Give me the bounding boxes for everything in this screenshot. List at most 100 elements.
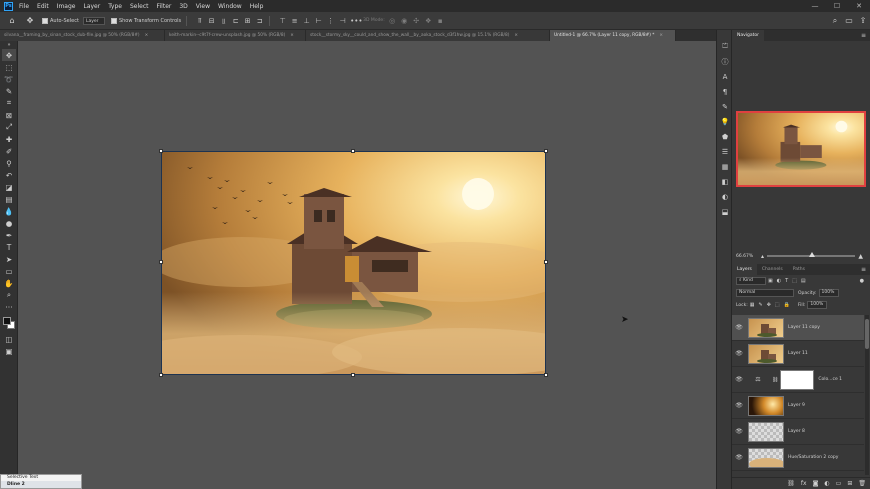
libraries-icon[interactable]: ⬓ <box>717 205 733 218</box>
align-bottom-icon[interactable]: ⫫ <box>219 17 228 25</box>
menu-help[interactable]: Help <box>250 3 264 10</box>
zoom-slider-knob[interactable] <box>809 252 816 257</box>
filter-toggle-icon[interactable]: ● <box>860 278 864 284</box>
transform-handle[interactable] <box>159 260 163 264</box>
tab-layers[interactable]: Layers <box>732 264 757 275</box>
visibility-eye-icon[interactable]: 👁 <box>732 350 746 357</box>
adjustments-icon[interactable]: ◐ <box>717 190 733 203</box>
tab-channels[interactable]: Channels <box>757 264 788 275</box>
path-select-tool-icon[interactable]: ➤ <box>2 253 16 265</box>
transform-handle[interactable] <box>544 373 548 377</box>
menu-layer[interactable]: Layer <box>83 3 100 10</box>
3d-slide-icon[interactable]: ❖ <box>424 17 433 25</box>
tab-untitled-1[interactable]: Untitled-1 @ 66.7% (Layer 11 copy, RGB/8… <box>550 30 676 41</box>
styles-icon[interactable]: ◧ <box>717 175 733 188</box>
menu-filter[interactable]: Filter <box>157 3 172 10</box>
distribute-right-icon[interactable]: ⊣ <box>338 17 347 25</box>
close-icon[interactable]: × <box>290 30 294 41</box>
eyedropper-tool-icon[interactable]: ⤢ <box>2 121 16 133</box>
layer-row[interactable]: 👁 Layer 11 <box>732 341 864 367</box>
color-swatches[interactable] <box>2 316 16 330</box>
link-layers-icon[interactable]: ⛓ <box>787 480 795 487</box>
3d-scale-icon[interactable]: ▪ <box>436 17 445 25</box>
quick-mask-icon[interactable]: ◫ <box>2 333 16 345</box>
taskbar-item[interactable]: Dline 2 <box>1 481 81 488</box>
dodge-tool-icon[interactable]: ● <box>2 217 16 229</box>
brush-tool-icon[interactable]: ✐ <box>2 145 16 157</box>
auto-select-target-dropdown[interactable]: Layer <box>82 16 105 25</box>
lock-artboard-icon[interactable]: ⬚ <box>775 302 780 308</box>
adjustment-filter-icon[interactable]: ◐ <box>777 278 781 284</box>
brush-settings-icon[interactable]: ✎ <box>717 100 733 113</box>
panel-menu-icon[interactable]: ≡ <box>861 266 866 273</box>
transform-handle[interactable] <box>544 260 548 264</box>
align-vcenter-icon[interactable]: ⊟ <box>207 17 216 25</box>
home-icon[interactable]: ⌂ <box>6 15 18 27</box>
lock-position-icon[interactable]: ✥ <box>767 302 771 308</box>
type-filter-icon[interactable]: T <box>785 278 788 284</box>
menu-type[interactable]: Type <box>108 3 122 10</box>
zoom-slider[interactable] <box>767 252 856 257</box>
tab-keith-markin[interactable]: keith-markin--c9t7f-crew-unsplash.jpg @ … <box>165 30 306 41</box>
layer-row[interactable]: 👁 Layer 8 <box>732 419 864 445</box>
visibility-eye-icon[interactable]: 👁 <box>732 454 746 461</box>
menu-select[interactable]: Select <box>130 3 149 10</box>
lasso-tool-icon[interactable]: ➰ <box>2 73 16 85</box>
pen-tool-icon[interactable]: ✒ <box>2 229 16 241</box>
properties-icon[interactable]: ☰ <box>717 145 733 158</box>
align-right-icon[interactable]: ⊐ <box>255 17 264 25</box>
foreground-color[interactable] <box>3 317 11 325</box>
menu-image[interactable]: Image <box>57 3 76 10</box>
blur-tool-icon[interactable]: 💧 <box>2 205 16 217</box>
history-brush-icon[interactable]: ↶ <box>2 169 16 181</box>
distribute-bottom-icon[interactable]: ⊥ <box>302 17 311 25</box>
3d-pan-icon[interactable]: ✣ <box>412 17 421 25</box>
transform-controls-checkbox[interactable] <box>110 17 117 24</box>
add-mask-icon[interactable]: ◙ <box>813 480 819 487</box>
transform-handle[interactable] <box>159 373 163 377</box>
share-icon[interactable]: ⇪ <box>856 16 870 26</box>
distribute-hcenter-icon[interactable]: ⋮ <box>326 17 335 25</box>
distribute-vcenter-icon[interactable]: ≡ <box>290 17 299 25</box>
new-adjustment-icon[interactable]: ◐ <box>824 480 829 487</box>
crop-tool-icon[interactable]: ⌗ <box>2 97 16 109</box>
align-top-icon[interactable]: ⫪ <box>195 17 204 25</box>
menu-view[interactable]: View <box>196 3 210 10</box>
smart-filter-icon[interactable]: ▤ <box>801 278 806 284</box>
new-layer-icon[interactable]: ⊞ <box>847 480 852 487</box>
frame-tool-icon[interactable]: ⊠ <box>2 109 16 121</box>
document-canvas[interactable] <box>161 151 546 375</box>
eraser-tool-icon[interactable]: ◪ <box>2 181 16 193</box>
visibility-eye-icon[interactable]: 👁 <box>732 324 746 331</box>
align-hcenter-icon[interactable]: ⊞ <box>243 17 252 25</box>
close-icon[interactable]: × <box>514 30 518 41</box>
fill-input[interactable]: 100% <box>807 301 828 309</box>
transform-handle[interactable] <box>351 149 355 153</box>
3d-orbit-icon[interactable]: ◎ <box>388 17 397 25</box>
menu-3d[interactable]: 3D <box>179 3 187 10</box>
healing-brush-icon[interactable]: ✚ <box>2 133 16 145</box>
shape-filter-icon[interactable]: ⬚ <box>792 278 797 284</box>
quick-select-tool-icon[interactable]: ✎ <box>2 85 16 97</box>
visibility-eye-icon[interactable]: 👁 <box>732 428 746 435</box>
zoom-value[interactable]: 66.67% <box>736 254 758 259</box>
visibility-eye-icon[interactable]: 👁 <box>732 376 746 383</box>
transform-handle[interactable] <box>544 149 548 153</box>
blend-mode-dropdown[interactable]: Normal <box>736 289 794 297</box>
layer-style-icon[interactable]: fx <box>801 480 807 487</box>
gradient-tool-icon[interactable]: ▤ <box>2 193 16 205</box>
align-left-icon[interactable]: ⊏ <box>231 17 240 25</box>
layers-scrollbar[interactable] <box>865 315 869 475</box>
clone-stamp-icon[interactable]: ⚲ <box>2 157 16 169</box>
delete-layer-icon[interactable]: 🗑 <box>858 480 866 487</box>
more-tools-icon[interactable]: ··· <box>2 301 16 313</box>
type-tool-icon[interactable]: T <box>2 241 16 253</box>
history-icon[interactable]: ⏍ <box>717 40 733 53</box>
swatches-icon[interactable]: ▦ <box>717 160 733 173</box>
transform-handle[interactable] <box>351 373 355 377</box>
3d-icon[interactable]: ⬟ <box>717 130 733 143</box>
menu-file[interactable]: File <box>19 3 29 10</box>
layer-kind-filter[interactable]: ⌕ Kind <box>736 277 766 285</box>
new-group-icon[interactable]: ▭ <box>836 480 842 487</box>
panel-menu-icon[interactable]: ≡ <box>861 32 866 39</box>
